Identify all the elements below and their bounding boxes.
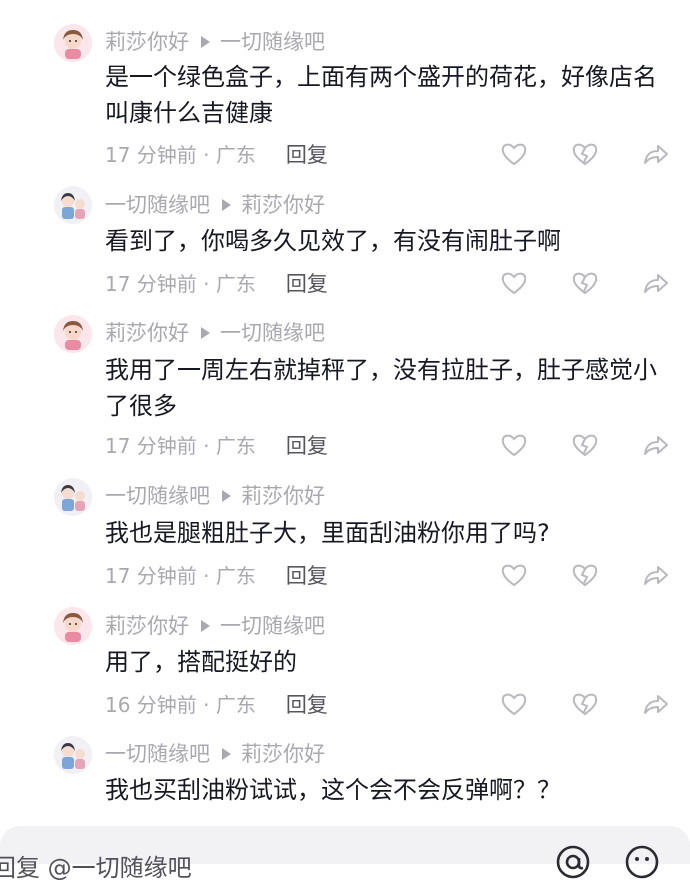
share-arrow-icon[interactable] (642, 690, 672, 720)
author-name[interactable]: 一切随缘吧 (105, 484, 210, 508)
comment-text[interactable]: 我也是腿粗肚子大，里面刮油粉你用了吗? (105, 515, 665, 551)
reply-input[interactable]: 回复 @一切随缘吧 (0, 848, 192, 883)
share-arrow-icon[interactable] (642, 431, 672, 461)
reply-to-name[interactable]: 一切随缘吧 (220, 321, 325, 345)
at-icon[interactable] (555, 844, 591, 880)
broken-heart-icon[interactable] (571, 269, 601, 299)
author-name[interactable]: 一切随缘吧 (105, 742, 210, 766)
avatar[interactable] (54, 186, 92, 224)
reply-to-name[interactable]: 莉莎你好 (241, 193, 325, 217)
reply-arrow-icon (201, 620, 210, 632)
avatar[interactable] (54, 736, 92, 774)
author-name[interactable]: 一切随缘吧 (105, 193, 210, 217)
reply-arrow-icon (222, 490, 231, 502)
broken-heart-icon[interactable] (571, 431, 601, 461)
comment-info-row: 17 分钟前 · 广东 回复 (105, 561, 328, 591)
broken-heart-icon[interactable] (571, 690, 601, 720)
comment-meta: 莉莎你好 一切随缘吧 (105, 319, 325, 347)
reply-arrow-icon (222, 199, 231, 211)
comment-info-row: 17 分钟前 · 广东 回复 (105, 269, 328, 299)
heart-icon[interactable] (500, 561, 530, 591)
comment-text[interactable]: 我也买刮油粉试试，这个会不会反弹啊？？ (105, 772, 665, 808)
comment-info-row: 17 分钟前 · 广东 回复 (105, 140, 328, 170)
broken-heart-icon[interactable] (571, 140, 601, 170)
comment-text[interactable]: 是一个绿色盒子，上面有两个盛开的荷花，好像店名叫康什么吉健康 (105, 59, 665, 131)
reply-input-bar: 回复 @一切随缘吧 (0, 826, 690, 882)
comment-time-location: 17 分钟前 · 广东 (105, 564, 256, 588)
comment-time-location: 17 分钟前 · 广东 (105, 272, 256, 296)
comment-info-row: 17 分钟前 · 广东 回复 (105, 431, 328, 461)
comment-time-location: 17 分钟前 · 广东 (105, 143, 256, 167)
comment-meta: 一切随缘吧 莉莎你好 (105, 740, 325, 768)
broken-heart-icon[interactable] (571, 561, 601, 591)
reply-button[interactable]: 回复 (286, 564, 328, 588)
comment-meta: 莉莎你好 一切随缘吧 (105, 612, 325, 640)
reply-button[interactable]: 回复 (286, 272, 328, 296)
comment-time-location: 16 分钟前 · 广东 (105, 693, 256, 717)
reply-to-name[interactable]: 一切随缘吧 (220, 30, 325, 54)
reply-arrow-icon (222, 748, 231, 760)
share-arrow-icon[interactable] (642, 140, 672, 170)
comment-text[interactable]: 用了，搭配挺好的 (105, 644, 665, 680)
reply-button[interactable]: 回复 (286, 434, 328, 458)
heart-icon[interactable] (500, 690, 530, 720)
reply-to-name[interactable]: 莉莎你好 (241, 742, 325, 766)
reply-to-name[interactable]: 莉莎你好 (241, 484, 325, 508)
share-arrow-icon[interactable] (642, 269, 672, 299)
reply-to-name[interactable]: 一切随缘吧 (220, 614, 325, 638)
comment-meta: 一切随缘吧 莉莎你好 (105, 482, 325, 510)
comment-meta: 莉莎你好 一切随缘吧 (105, 28, 325, 56)
previous-comment-cutoff (0, 0, 690, 6)
emoji-icon[interactable] (624, 844, 660, 880)
avatar[interactable] (54, 478, 92, 516)
comment-text[interactable]: 看到了，你喝多久见效了，有没有闹肚子啊 (105, 223, 665, 259)
author-name[interactable]: 莉莎你好 (105, 321, 189, 345)
author-name[interactable]: 莉莎你好 (105, 614, 189, 638)
heart-icon[interactable] (500, 431, 530, 461)
reply-button[interactable]: 回复 (286, 693, 328, 717)
reply-arrow-icon (201, 327, 210, 339)
avatar[interactable] (54, 607, 92, 645)
share-arrow-icon[interactable] (642, 561, 672, 591)
comment-info-row: 16 分钟前 · 广东 回复 (105, 690, 328, 720)
comment-time-location: 17 分钟前 · 广东 (105, 434, 256, 458)
comment-meta: 一切随缘吧 莉莎你好 (105, 191, 325, 219)
heart-icon[interactable] (500, 269, 530, 299)
heart-icon[interactable] (500, 140, 530, 170)
avatar[interactable] (54, 24, 92, 62)
reply-button[interactable]: 回复 (286, 143, 328, 167)
avatar[interactable] (54, 315, 92, 353)
comment-text[interactable]: 我用了一周左右就掉秤了，没有拉肚子，肚子感觉小了很多 (105, 352, 665, 424)
reply-arrow-icon (201, 36, 210, 48)
author-name[interactable]: 莉莎你好 (105, 30, 189, 54)
